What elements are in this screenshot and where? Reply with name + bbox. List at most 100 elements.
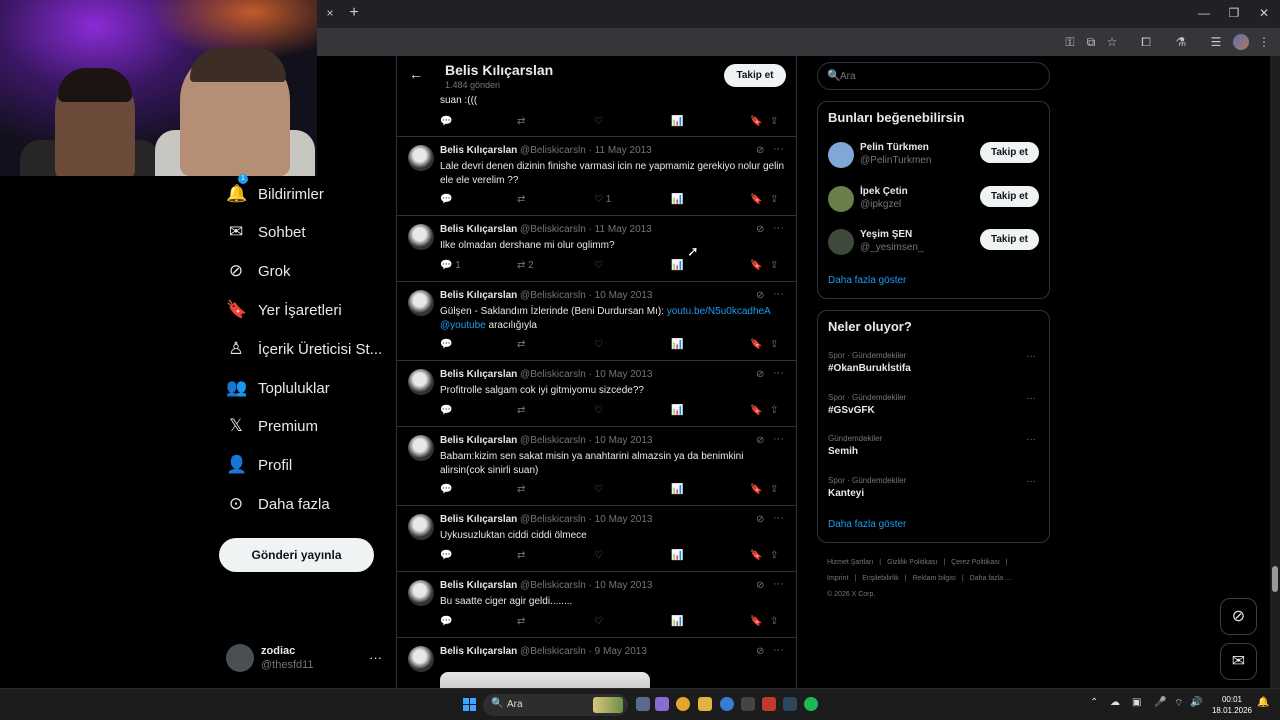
retweet-icon[interactable]: ⇄ xyxy=(517,116,525,127)
sidebar-item[interactable]: 🔖 Yer İşaretleri xyxy=(226,294,342,326)
app-icon[interactable] xyxy=(720,697,734,711)
author-handle[interactable]: @Beliskicarsln xyxy=(520,435,586,446)
retweet-icon[interactable]: ⇄ xyxy=(517,194,525,205)
tray-app-icon[interactable]: ▣ xyxy=(1132,697,1141,708)
grok-icon[interactable]: ⊘ xyxy=(756,580,764,591)
author-name[interactable]: Belis Kılıçarslan xyxy=(440,580,517,591)
avatar[interactable] xyxy=(408,290,434,316)
tweet-date[interactable]: 9 May 2013 xyxy=(595,646,647,657)
follow-button[interactable]: Takip et xyxy=(980,142,1039,163)
sidebar-item[interactable]: 𝕏 Premium xyxy=(226,410,318,442)
bookmark-icon[interactable]: 🔖 xyxy=(750,550,762,561)
views-icon[interactable]: 📊 xyxy=(671,339,683,350)
mention-link[interactable]: @youtube xyxy=(440,320,486,331)
views-icon[interactable]: 📊 xyxy=(671,550,683,561)
grok-icon[interactable]: ⊘ xyxy=(756,290,764,301)
reply-icon[interactable]: 💬 xyxy=(440,484,452,495)
taskbar-search[interactable]: 🔍 Ara xyxy=(483,694,628,716)
scrollbar[interactable] xyxy=(1270,56,1280,688)
footer-link[interactable]: Imprint xyxy=(827,575,848,582)
spotify-icon[interactable] xyxy=(804,697,818,711)
follow-button[interactable]: Takip et xyxy=(980,185,1039,207)
author-handle[interactable]: @Beliskicarsln xyxy=(520,145,586,156)
bookmark-icon[interactable]: 🔖 xyxy=(750,116,762,127)
window-close-icon[interactable]: ✕ xyxy=(1254,5,1274,21)
tweet-date[interactable]: 10 May 2013 xyxy=(595,290,653,301)
minimize-icon[interactable]: — xyxy=(1194,5,1214,21)
messages-fab[interactable]: ✉ xyxy=(1220,643,1257,680)
more-icon[interactable]: ··· xyxy=(773,578,784,590)
author-name[interactable]: Belis Kılıçarslan xyxy=(440,145,517,156)
sidebar-item[interactable]: ⊘ Grok xyxy=(226,255,291,287)
more-icon[interactable]: ··· xyxy=(1026,476,1036,487)
wifi-icon[interactable]: ⌔ xyxy=(1174,697,1183,710)
bookmark-icon[interactable]: 🔖 xyxy=(750,339,762,350)
share-icon[interactable]: ⇪ xyxy=(770,260,778,271)
footer-link[interactable]: Çerez Politikası xyxy=(951,559,1000,566)
author-name[interactable]: Belis Kılıçarslan xyxy=(440,224,517,235)
author-name[interactable]: Belis Kılıçarslan xyxy=(440,435,517,446)
avatar[interactable] xyxy=(828,185,854,212)
tweet[interactable]: Belis Kılıçarslan @Beliskicarsln · 10 Ma… xyxy=(397,506,796,572)
bookmark-icon[interactable]: 🔖 xyxy=(750,194,762,205)
tab-search-icon[interactable]: ☰ xyxy=(1208,34,1224,50)
reply-icon[interactable]: 💬 xyxy=(440,616,452,627)
views-icon[interactable]: 📊 xyxy=(671,405,683,416)
tweet[interactable]: Belis Kılıçarslan @Beliskicarsln · 11 Ma… xyxy=(397,216,796,282)
avatar[interactable] xyxy=(408,369,434,395)
account-switcher[interactable]: zodiac @thesfd11 ··· xyxy=(226,644,386,674)
install-app-icon[interactable]: ⧉ xyxy=(1083,34,1099,50)
app-icon[interactable] xyxy=(655,697,669,711)
like-icon[interactable]: ♡ xyxy=(594,484,603,495)
share-icon[interactable]: ⇪ xyxy=(770,550,778,561)
more-icon[interactable]: ··· xyxy=(1026,351,1036,362)
like-icon[interactable]: ♡ xyxy=(594,550,603,561)
suggested-user[interactable]: Pelin Türkmen @PelinTurkmen Takip et xyxy=(828,140,1040,170)
tweet-date[interactable]: 10 May 2013 xyxy=(595,369,653,380)
reply-icon[interactable]: 💬 1 xyxy=(440,260,461,271)
tweet[interactable]: Belis Kılıçarslan @Beliskicarsln · 10 Ma… xyxy=(397,282,796,361)
reply-icon[interactable]: 💬 xyxy=(440,339,452,350)
extension-flask-icon[interactable]: ⚗ xyxy=(1173,34,1189,50)
grok-icon[interactable]: ⊘ xyxy=(756,514,764,525)
bookmark-icon[interactable]: 🔖 xyxy=(750,484,762,495)
tab-close-icon[interactable]: × xyxy=(322,5,338,21)
share-icon[interactable]: ⇪ xyxy=(770,194,778,205)
sidebar-item[interactable]: ✉ Sohbet xyxy=(226,216,306,248)
windows-start-icon[interactable] xyxy=(463,698,477,712)
suggested-user[interactable]: İpek Çetin @ipkgzel Takip et xyxy=(828,184,1040,214)
avatar[interactable] xyxy=(828,229,854,255)
avatar[interactable] xyxy=(408,224,434,250)
tweet-date[interactable]: 10 May 2013 xyxy=(595,514,653,525)
retweet-icon[interactable]: ⇄ xyxy=(517,405,525,416)
show-more-link[interactable]: Daha fazla göster xyxy=(828,519,906,530)
more-icon[interactable]: ··· xyxy=(1026,434,1036,445)
chrome-icon[interactable] xyxy=(676,697,690,711)
share-icon[interactable]: ⇪ xyxy=(770,484,778,495)
views-icon[interactable]: 📊 xyxy=(671,260,683,271)
trend-item[interactable]: Spor · Gündemdekiler Kanteyi ··· xyxy=(828,476,1040,506)
avatar[interactable] xyxy=(828,142,854,168)
author-handle[interactable]: @Beliskicarsln xyxy=(520,514,586,525)
back-arrow-icon[interactable]: ← xyxy=(409,66,423,82)
tweet[interactable]: Belis Kılıçarslan @Beliskicarsln · 11 Ma… xyxy=(397,137,796,216)
more-icon[interactable]: ··· xyxy=(773,143,784,155)
avatar[interactable] xyxy=(408,145,434,171)
footer-link[interactable]: Daha fazla ... xyxy=(970,575,1011,582)
share-icon[interactable]: ⇪ xyxy=(770,405,778,416)
views-icon[interactable]: 📊 xyxy=(671,116,683,127)
views-icon[interactable]: 📊 xyxy=(671,484,683,495)
grok-icon[interactable]: ⊘ xyxy=(756,369,764,380)
grok-fab[interactable]: ⊘ xyxy=(1220,598,1257,635)
retweet-icon[interactable]: ⇄ xyxy=(517,616,525,627)
avatar[interactable] xyxy=(408,514,434,540)
like-icon[interactable]: ♡ xyxy=(594,405,603,416)
footer-link[interactable]: Reklam bilgisi xyxy=(913,575,956,582)
share-icon[interactable]: ⇪ xyxy=(770,616,778,627)
sidebar-item[interactable]: 👥 Topluluklar xyxy=(226,372,330,404)
tweet[interactable]: Belis Kılıçarslan @Beliskicarsln · 10 Ma… xyxy=(397,427,796,506)
grok-icon[interactable]: ⊘ xyxy=(756,145,764,156)
views-icon[interactable]: 📊 xyxy=(671,616,683,627)
follow-button[interactable]: Takip et xyxy=(724,64,786,87)
author-name[interactable]: Belis Kılıçarslan xyxy=(440,290,517,301)
